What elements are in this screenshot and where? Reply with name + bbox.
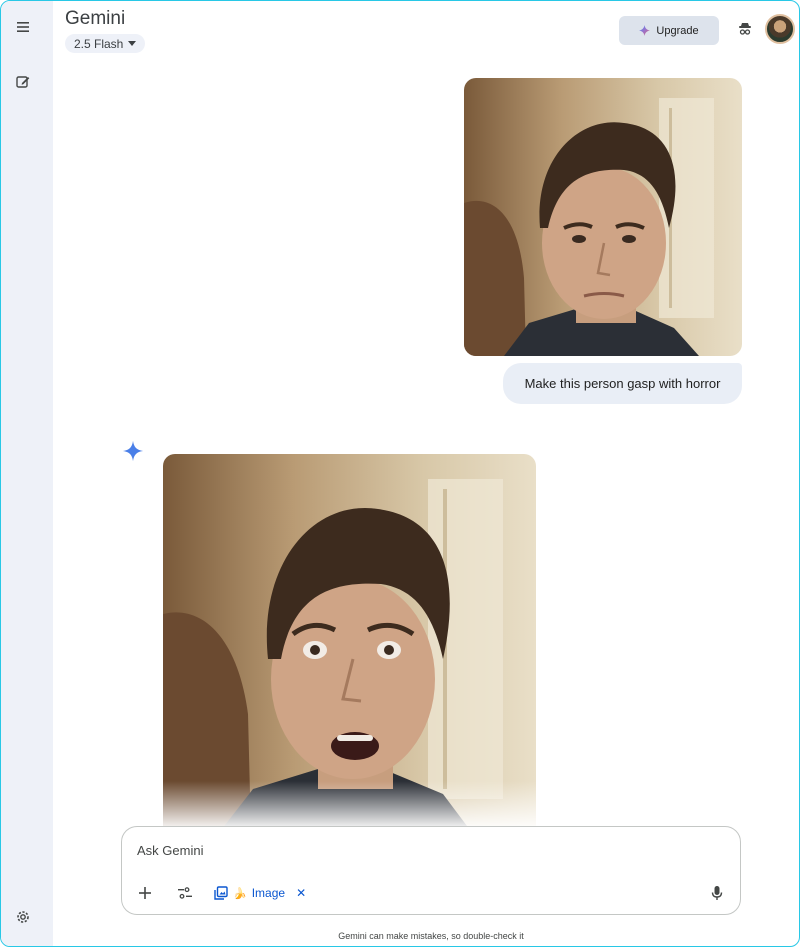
menu-icon[interactable] [11,15,35,39]
image-tool-chip[interactable]: 🍌 Image ✕ [214,883,306,903]
add-icon[interactable] [138,883,152,903]
header: Gemini 2.5 Flash Upgrade [53,1,799,61]
generated-image[interactable] [163,454,536,834]
image-chip-label: Image [251,886,286,900]
image-library-icon [214,886,228,900]
app-window: Gemini 2.5 Flash Upgrade Make this perso… [0,0,800,947]
user-uploaded-image[interactable] [464,78,742,356]
upgrade-label: Upgrade [656,24,699,37]
tools-icon[interactable] [177,883,193,903]
app-title: Gemini [65,8,126,29]
upgrade-button[interactable]: Upgrade [619,16,719,45]
prompt-input[interactable] [137,843,697,858]
microphone-icon[interactable] [711,883,723,903]
model-label: 2.5 Flash [74,36,124,51]
banana-icon: 🍌 [233,887,247,900]
incognito-icon[interactable] [735,19,755,39]
settings-icon[interactable] [11,905,35,929]
gemini-response-icon [122,440,144,462]
gemini-spark-icon [639,25,651,36]
disclaimer-text: Gemini can make mistakes, so double-chec… [338,931,524,941]
prompt-box: 🍌 Image ✕ [121,826,741,915]
model-selector[interactable]: 2.5 Flash [65,34,146,53]
new-chat-icon[interactable] [11,70,35,94]
user-message-bubble: Make this person gasp with horror [503,363,742,404]
avatar[interactable] [765,14,795,44]
close-icon[interactable]: ✕ [296,886,306,900]
sidebar [1,1,53,946]
caret-down-icon [128,41,137,46]
